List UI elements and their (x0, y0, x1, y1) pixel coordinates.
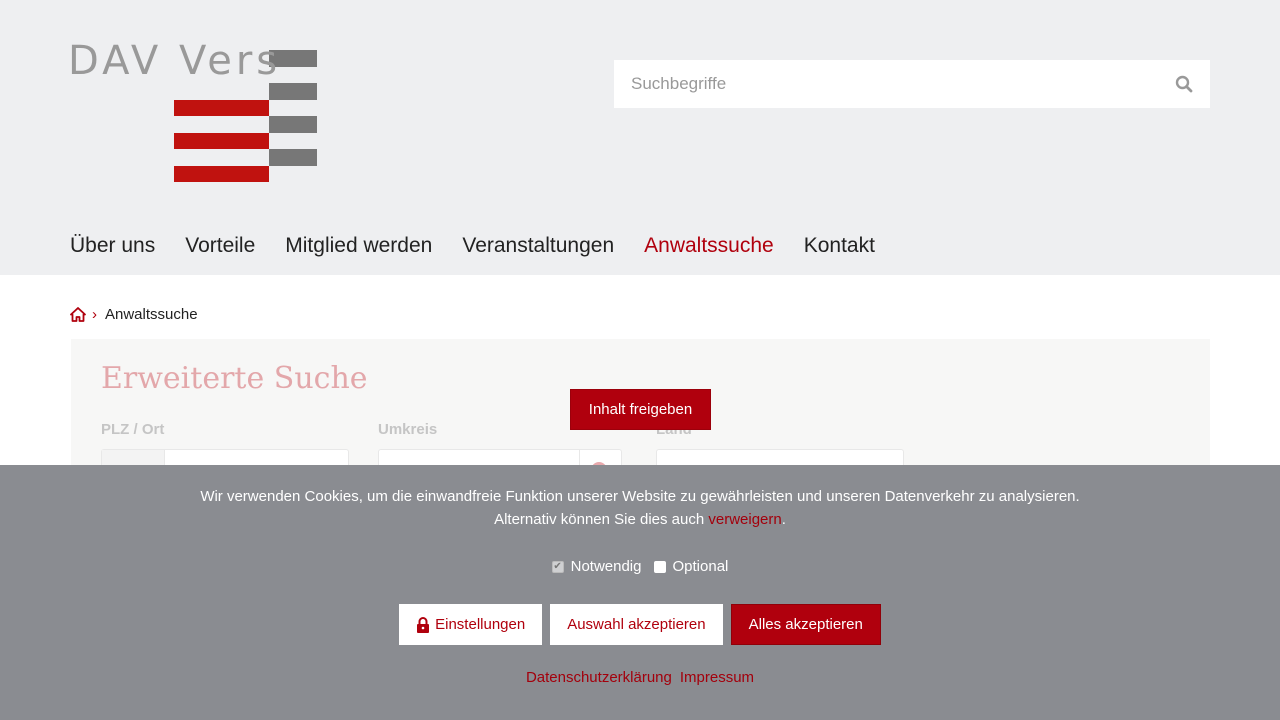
umkreis-label: Umkreis (378, 421, 438, 438)
cookie-line2-prefix: Alternativ können Sie dies auch (494, 511, 709, 528)
cookie-message-line1: Wir verwenden Cookies, um die einwandfre… (200, 488, 1080, 505)
nav-item-anwaltssuche[interactable]: Anwaltssuche (644, 234, 774, 258)
search-button[interactable] (1158, 60, 1210, 108)
search-input[interactable] (614, 60, 1158, 108)
settings-button[interactable]: Einstellungen (399, 604, 543, 645)
search-bar (614, 60, 1210, 108)
checkbox-optional-box[interactable] (653, 560, 666, 573)
main-navigation: Über uns Vorteile Mitglied werden Verans… (70, 234, 905, 258)
breadcrumb-separator: › (92, 306, 97, 323)
nav-item-kontakt[interactable]: Kontakt (804, 234, 875, 258)
cookie-checkboxes: ✔ Notwendig Optional (0, 558, 1280, 575)
site-header: DAV Vers Über uns Vorteile Mitglied werd… (0, 0, 1280, 275)
nav-item-ueber-uns[interactable]: Über uns (70, 234, 155, 258)
breadcrumb: › Anwaltssuche (70, 306, 198, 323)
cookie-message: Wir verwenden Cookies, um die einwandfre… (0, 485, 1280, 531)
cookie-message-line2: Alternativ können Sie dies auch verweige… (0, 508, 1280, 531)
nav-item-mitglied-werden[interactable]: Mitglied werden (285, 234, 432, 258)
cookie-line2-suffix: . (781, 511, 786, 528)
lock-icon (417, 616, 430, 633)
site-logo[interactable]: DAV Vers (68, 38, 328, 188)
home-icon[interactable] (70, 307, 86, 322)
panel-title: Erweiterte Suche (101, 361, 368, 396)
accept-selection-button[interactable]: Auswahl akzeptieren (550, 604, 723, 645)
checkbox-optional-label: Optional (672, 558, 729, 575)
search-icon (1175, 75, 1193, 93)
cookie-banner: Wir verwenden Cookies, um die einwandfre… (0, 465, 1280, 720)
cookie-footer-links: Datenschutzerklärung Impressum (0, 669, 1280, 686)
checkbox-optional[interactable]: Optional (653, 558, 729, 575)
cookie-buttons: Einstellungen Auswahl akzeptieren Alles … (0, 604, 1280, 645)
imprint-link[interactable]: Impressum (680, 669, 754, 686)
checkbox-necessary[interactable]: ✔ Notwendig (551, 558, 642, 575)
refuse-link[interactable]: verweigern (708, 511, 781, 528)
nav-item-veranstaltungen[interactable]: Veranstaltungen (462, 234, 614, 258)
checkbox-necessary-label: Notwendig (570, 558, 642, 575)
unlock-content-button[interactable]: Inhalt freigeben (570, 389, 711, 430)
privacy-link[interactable]: Datenschutzerklärung (526, 669, 672, 686)
nav-item-vorteile[interactable]: Vorteile (185, 234, 255, 258)
settings-button-label: Einstellungen (435, 616, 526, 633)
plz-ort-label: PLZ / Ort (101, 421, 165, 438)
checkbox-necessary-box[interactable]: ✔ (551, 560, 564, 573)
accept-all-button[interactable]: Alles akzeptieren (730, 604, 881, 645)
logo-text: DAV Vers (68, 38, 282, 84)
breadcrumb-current: Anwaltssuche (105, 306, 198, 323)
